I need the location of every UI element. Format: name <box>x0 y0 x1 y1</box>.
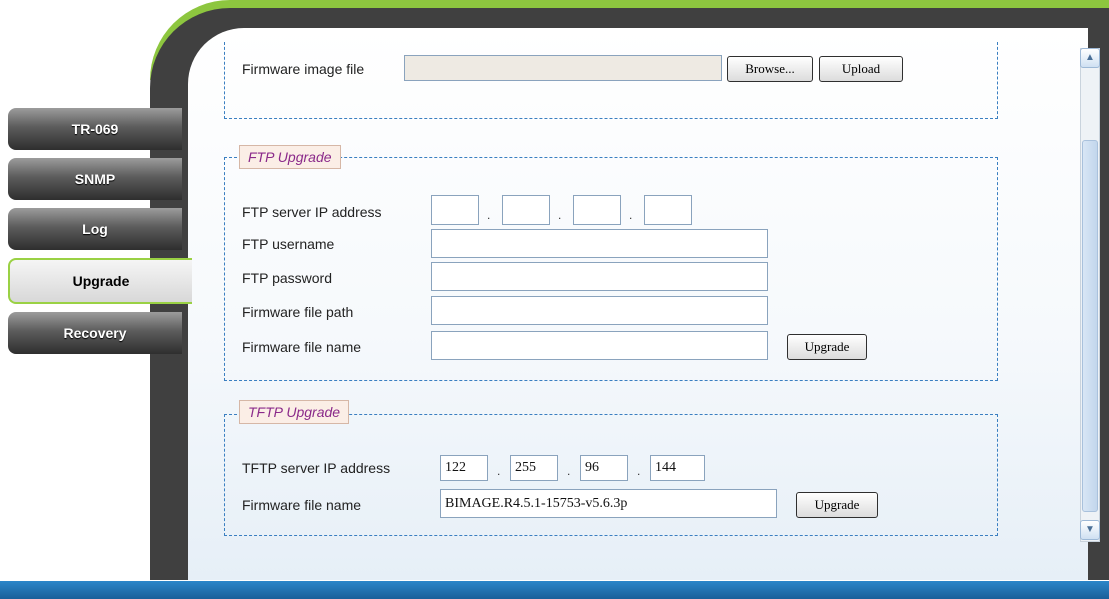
scrollbar-thumb[interactable] <box>1082 140 1098 512</box>
tftp-ip-octet-4[interactable] <box>650 455 705 481</box>
tftp-upgrade-button[interactable]: Upgrade <box>796 492 878 518</box>
ftp-password-input[interactable] <box>431 262 768 291</box>
firmware-image-file-input[interactable] <box>404 55 722 81</box>
chevron-up-icon: ▲ <box>1085 52 1095 63</box>
ftp-file-path-input[interactable] <box>431 296 768 325</box>
scroll-up-button[interactable]: ▲ <box>1080 48 1100 68</box>
sidebar-item-recovery[interactable]: Recovery <box>8 312 182 354</box>
firmware-image-file-label: Firmware image file <box>242 61 365 77</box>
tftp-ip-octet-1[interactable] <box>440 455 488 481</box>
sidebar-item-tr069[interactable]: TR-069 <box>8 108 182 150</box>
ftp-file-name-label: Firmware file name <box>242 339 362 355</box>
ftp-upgrade-button[interactable]: Upgrade <box>787 334 867 360</box>
upload-button[interactable]: Upload <box>819 56 903 82</box>
ftp-username-label: FTP username <box>242 236 335 252</box>
ftp-file-name-input[interactable] <box>431 331 768 360</box>
tftp-ip-dot-1: . <box>497 464 501 478</box>
ftp-server-ip-label: FTP server IP address <box>242 204 382 220</box>
ftp-username-input[interactable] <box>431 229 768 258</box>
sidebar-item-log[interactable]: Log <box>8 208 182 250</box>
ftp-ip-octet-1[interactable] <box>431 195 479 225</box>
page: TR-069 SNMP Log Upgrade Recovery Firmwar… <box>0 0 1109 599</box>
tftp-file-name-label: Firmware file name <box>242 497 362 513</box>
tftp-server-ip-label: TFTP server IP address <box>242 460 391 476</box>
tftp-ip-dot-2: . <box>567 464 571 478</box>
tftp-upgrade-legend: TFTP Upgrade <box>239 400 350 424</box>
tftp-ip-dot-3: . <box>637 464 641 478</box>
ftp-password-label: FTP password <box>242 270 332 286</box>
chevron-down-icon: ▼ <box>1085 524 1095 535</box>
ftp-ip-octet-2[interactable] <box>502 195 550 225</box>
tftp-ip-octet-2[interactable] <box>510 455 558 481</box>
sidebar-item-snmp[interactable]: SNMP <box>8 158 182 200</box>
ftp-ip-octet-4[interactable] <box>644 195 692 225</box>
sidebar-item-upgrade[interactable]: Upgrade <box>8 258 192 304</box>
bottom-bar <box>0 581 1109 599</box>
scroll-down-button[interactable]: ▼ <box>1080 520 1100 540</box>
ftp-ip-dot-1: . <box>487 208 491 222</box>
browse-button[interactable]: Browse... <box>727 56 813 82</box>
tftp-ip-octet-3[interactable] <box>580 455 628 481</box>
ftp-ip-octet-3[interactable] <box>573 195 621 225</box>
sidebar: TR-069 SNMP Log Upgrade Recovery <box>8 108 192 362</box>
ftp-file-path-label: Firmware file path <box>242 304 354 320</box>
ftp-upgrade-legend: FTP Upgrade <box>239 145 341 169</box>
tftp-file-name-input[interactable] <box>440 489 777 518</box>
ftp-ip-dot-3: . <box>629 208 633 222</box>
ftp-ip-dot-2: . <box>558 208 562 222</box>
